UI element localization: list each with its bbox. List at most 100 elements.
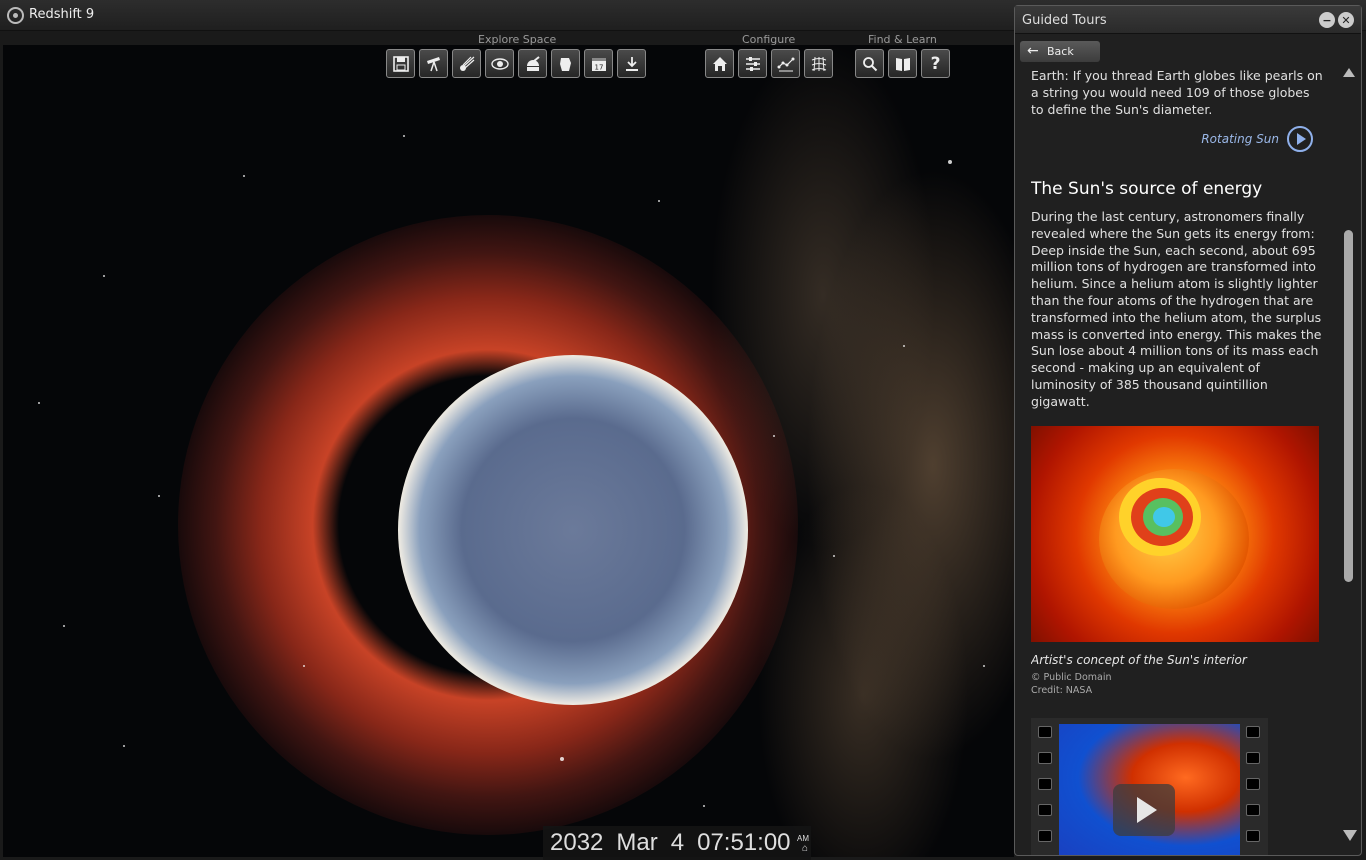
svg-text:17: 17: [594, 63, 603, 71]
star: [903, 345, 905, 347]
section-paragraph: During the last century, astronomers fin…: [1031, 209, 1322, 409]
film-hole: [1038, 830, 1052, 842]
date-year: 2032: [550, 829, 604, 856]
sun-core: [1153, 507, 1175, 527]
film-hole: [1246, 830, 1260, 842]
guided-tours-panel: Guided Tours − ✕ ← Back Earth: If you th…: [1014, 5, 1362, 856]
toolbar: Explore Space Configure Find & Learn 17: [0, 31, 1014, 81]
back-label: Back: [1047, 45, 1074, 58]
star: [703, 805, 705, 807]
comet-icon: [459, 56, 474, 71]
film-hole: [1038, 804, 1052, 816]
scroll-down-arrow-icon[interactable]: [1343, 830, 1357, 841]
scroll-thumb[interactable]: [1344, 230, 1353, 582]
star: [303, 665, 305, 667]
panel-header: Guided Tours − ✕: [1015, 6, 1361, 34]
minimize-button[interactable]: −: [1319, 12, 1335, 28]
library-button[interactable]: [888, 49, 917, 78]
back-arrow-icon: ←: [1027, 43, 1039, 59]
sun-interior-image[interactable]: [1031, 426, 1319, 642]
rotating-sun-link[interactable]: Rotating Sun: [1031, 126, 1313, 152]
redshift-logo-icon: [7, 7, 24, 24]
back-button[interactable]: ← Back: [1020, 41, 1100, 62]
sky-brush-button[interactable]: [551, 49, 580, 78]
telescope-icon: [426, 56, 440, 71]
search-button[interactable]: [855, 49, 884, 78]
film-hole: [1246, 804, 1260, 816]
rotating-sun-link-label[interactable]: Rotating Sun: [1201, 131, 1279, 148]
star: [38, 402, 40, 404]
group-label-configure: Configure: [742, 33, 796, 46]
date-day: 4: [670, 829, 685, 856]
star: [63, 625, 65, 627]
film-hole: [1246, 778, 1260, 790]
star: [833, 555, 835, 557]
film-hole: [1038, 752, 1052, 764]
observatory-button[interactable]: [518, 49, 547, 78]
save-icon: [392, 55, 409, 72]
orbit-eye-icon: [490, 57, 509, 70]
close-button[interactable]: ✕: [1338, 12, 1354, 28]
sky-view[interactable]: [3, 45, 1014, 857]
calendar-icon: 17: [591, 57, 606, 71]
image-credits: © Public Domain Credit: NASA: [1031, 671, 1112, 697]
video-play-icon[interactable]: [1113, 784, 1175, 836]
date-month: Mar: [616, 829, 658, 856]
star: [123, 745, 125, 747]
grid-icon: [811, 56, 826, 71]
grid-button[interactable]: [804, 49, 833, 78]
film-hole: [1246, 752, 1260, 764]
sliders-icon: [745, 56, 760, 71]
group-label-find-learn: Find & Learn: [868, 33, 937, 46]
time-value: 07:51:00: [697, 829, 791, 856]
panel-scrollbar[interactable]: [1342, 68, 1357, 843]
film-hole: [1246, 726, 1260, 738]
video-thumbnail[interactable]: [1031, 718, 1268, 855]
observatory-icon: [526, 55, 540, 71]
star: [773, 435, 775, 437]
help-icon: ?: [930, 53, 941, 74]
star: [658, 200, 660, 202]
save-button[interactable]: [386, 49, 415, 78]
am-pm-indicator: AM: [797, 834, 809, 843]
star: [983, 665, 985, 667]
tour-content: Earth: If you thread Earth globes like p…: [1031, 68, 1323, 855]
star: [403, 135, 405, 137]
telescope-button[interactable]: [419, 49, 448, 78]
comet-button[interactable]: [452, 49, 481, 78]
minimize-icon: −: [1322, 13, 1332, 27]
star: [948, 160, 952, 164]
search-icon: [862, 56, 877, 71]
app-window: Redshift 9 Explore Space Configure Find …: [0, 0, 1366, 860]
constellation-icon: [777, 57, 794, 71]
home-button[interactable]: [705, 49, 734, 78]
close-icon: ✕: [1341, 13, 1351, 27]
nebula-core: [398, 355, 748, 705]
home-icon: [712, 56, 727, 71]
star: [158, 495, 160, 497]
constellation-button[interactable]: [771, 49, 800, 78]
image-copyright: © Public Domain: [1031, 672, 1112, 683]
download-button[interactable]: [617, 49, 646, 78]
help-button[interactable]: ?: [921, 49, 950, 78]
film-hole: [1038, 778, 1052, 790]
orbit-view-button[interactable]: [485, 49, 514, 78]
image-caption: Artist's concept of the Sun's interior: [1031, 653, 1247, 667]
book-icon: [895, 57, 910, 71]
datetime-display[interactable]: 2032 Mar 4 07:51:00 AM ⌂: [543, 826, 811, 860]
film-hole: [1038, 726, 1052, 738]
section-title: The Sun's source of energy: [1031, 179, 1263, 199]
panel-title: Guided Tours: [1022, 13, 1107, 28]
intro-paragraph: Earth: If you thread Earth globes like p…: [1031, 68, 1323, 117]
star: [560, 757, 564, 761]
calendar-button[interactable]: 17: [584, 49, 613, 78]
sky-brush-icon: [559, 57, 571, 71]
app-title: Redshift 9: [29, 7, 95, 22]
scroll-up-arrow-icon[interactable]: [1343, 68, 1355, 77]
image-credit: Credit: NASA: [1031, 685, 1093, 696]
star: [103, 275, 105, 277]
star: [243, 175, 245, 177]
settings-button[interactable]: [738, 49, 767, 78]
home-time-icon[interactable]: ⌂: [802, 843, 808, 854]
play-circle-icon[interactable]: [1287, 126, 1313, 152]
